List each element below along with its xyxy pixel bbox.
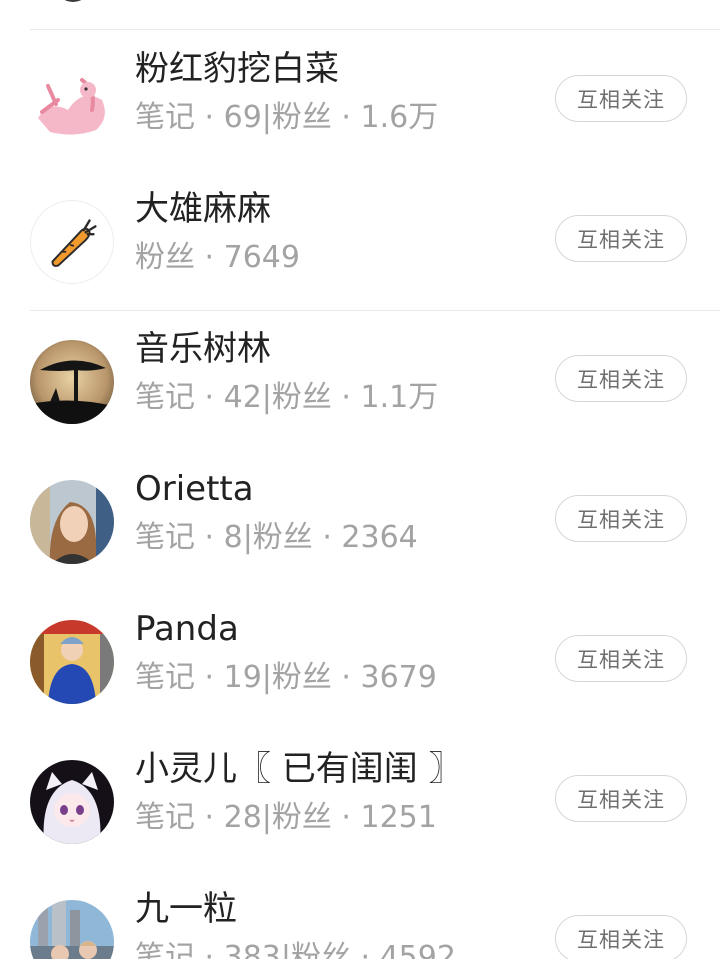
avatar[interactable] (30, 340, 114, 424)
user-name[interactable]: Panda (135, 612, 239, 646)
mutual-follow-button[interactable]: 互相关注 (555, 355, 687, 402)
user-stats: 笔记 · 28|粉丝 · 1251 (135, 800, 437, 835)
avatar[interactable] (30, 200, 114, 284)
mutual-follow-button[interactable]: 互相关注 (555, 775, 687, 822)
mutual-follow-button[interactable]: 互相关注 (555, 495, 687, 542)
mutual-follow-button[interactable]: 互相关注 (555, 635, 687, 682)
avatar[interactable] (30, 760, 114, 844)
user-name[interactable]: 粉红豹挖白菜 (135, 52, 339, 86)
avatar[interactable] (30, 900, 114, 959)
user-stats: 笔记 · 383|粉丝 · 4592 (135, 940, 456, 959)
list-item[interactable]: 音乐树林 笔记 · 42|粉丝 · 1.1万 互相关注 (0, 310, 720, 450)
list-item[interactable]: Panda 笔记 · 19|粉丝 · 3679 互相关注 (0, 590, 720, 730)
user-name[interactable]: 九一粒 (135, 892, 237, 926)
user-name[interactable]: 大雄麻麻 (135, 192, 271, 226)
avatar (55, 0, 91, 2)
user-stats: 笔记 · 42|粉丝 · 1.1万 (135, 380, 439, 415)
user-name[interactable]: 小灵儿〖 已有闺闺 〗 (135, 752, 463, 786)
mutual-follow-button[interactable]: 互相关注 (555, 915, 687, 959)
user-stats: 粉丝 · 7649 (135, 240, 300, 275)
mutual-follow-button[interactable]: 互相关注 (555, 215, 687, 262)
list-item[interactable]: 粉红豹挖白菜 笔记 · 69|粉丝 · 1.6万 互相关注 (0, 30, 720, 170)
list-item[interactable]: 九一粒 笔记 · 383|粉丝 · 4592 互相关注 (0, 870, 720, 959)
list-item[interactable]: 大雄麻麻 粉丝 · 7649 互相关注 (0, 170, 720, 310)
avatar[interactable] (30, 60, 114, 144)
list-item[interactable]: 小灵儿〖 已有闺闺 〗 笔记 · 28|粉丝 · 1251 互相关注 (0, 730, 720, 870)
avatar[interactable] (30, 620, 114, 704)
user-stats: 笔记 · 69|粉丝 · 1.6万 (135, 100, 439, 135)
avatar[interactable] (30, 480, 114, 564)
mutual-follow-button[interactable]: 互相关注 (555, 75, 687, 122)
user-name[interactable]: Orietta (135, 472, 254, 506)
user-stats: 笔记 · 8|粉丝 · 2364 (135, 520, 418, 555)
user-name[interactable]: 音乐树林 (135, 332, 271, 366)
user-stats: 笔记 · 19|粉丝 · 3679 (135, 660, 437, 695)
previous-row-edge (0, 0, 720, 30)
list-item[interactable]: Orietta 笔记 · 8|粉丝 · 2364 互相关注 (0, 450, 720, 590)
